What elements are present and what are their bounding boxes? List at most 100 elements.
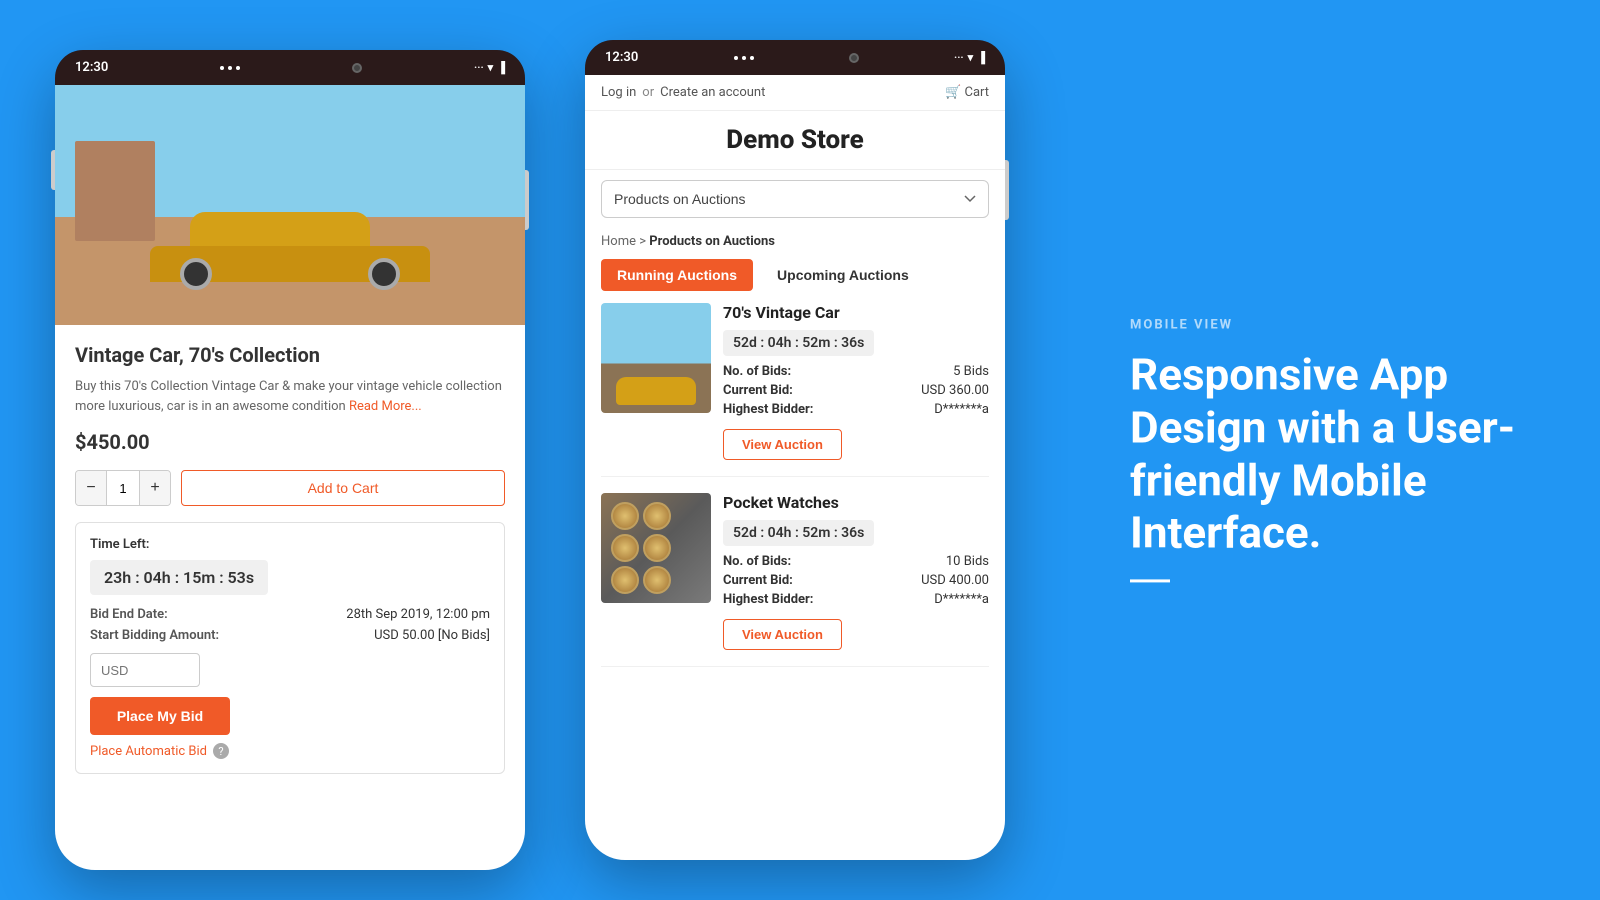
current-bid-label-0: Current Bid: <box>723 383 793 398</box>
or-text: or <box>642 85 654 100</box>
bids-value-0: 5 Bids <box>953 364 989 379</box>
auction-name-1: Pocket Watches <box>723 493 989 512</box>
product-title: Vintage Car, 70's Collection <box>75 343 505 367</box>
breadcrumb-separator: > <box>639 234 646 249</box>
auction-list: 70's Vintage Car 52d : 04h : 52m : 36s N… <box>585 303 1005 667</box>
highest-bidder-value-1: D*******a <box>934 592 989 607</box>
bids-value-1: 10 Bids <box>946 554 989 569</box>
thumb-car-shape <box>616 377 696 405</box>
breadcrumb: Home > Products on Auctions <box>585 228 1005 259</box>
status-time-left: 12:30 <box>75 60 108 75</box>
highest-bidder-label-0: Highest Bidder: <box>723 402 813 417</box>
timer-display: 23h : 04h : 15m : 53s <box>90 560 268 595</box>
wifi-icon: ▾ <box>488 61 494 74</box>
dot1 <box>220 66 224 70</box>
breadcrumb-home[interactable]: Home <box>601 234 636 249</box>
product-price: $450.00 <box>75 430 505 454</box>
building-shape <box>75 141 155 241</box>
bid-section: Time Left: 23h : 04h : 15m : 53s Bid End… <box>75 522 505 774</box>
view-auction-button-0[interactable]: View Auction <box>723 429 842 460</box>
bids-row-0: No. of Bids: 5 Bids <box>723 364 989 379</box>
auction-item-1: Pocket Watches 52d : 04h : 52m : 36s No.… <box>601 493 989 667</box>
phone-right: 12:30 ··· ▾ ▐ Log in or Create an accoun… <box>585 40 1005 860</box>
car-thumb-bg <box>601 303 711 413</box>
dot2 <box>228 66 232 70</box>
read-more-link[interactable]: Read More... <box>349 399 422 414</box>
current-bid-label-1: Current Bid: <box>723 573 793 588</box>
dot3 <box>236 66 240 70</box>
bid-end-value: 28th Sep 2019, 12:00 pm <box>346 607 490 622</box>
wifi-right-icon: ▾ <box>968 51 974 64</box>
status-icons-left: ··· ▾ ▐ <box>474 61 505 74</box>
highest-bidder-row-1: Highest Bidder: D*******a <box>723 592 989 607</box>
store-title-bar: Demo Store <box>585 111 1005 170</box>
auction-info-0: 70's Vintage Car 52d : 04h : 52m : 36s N… <box>723 303 989 460</box>
add-to-cart-row: − + Add to Cart <box>75 470 505 506</box>
bid-end-label: Bid End Date: <box>90 607 168 622</box>
auction-info-1: Pocket Watches 52d : 04h : 52m : 36s No.… <box>723 493 989 650</box>
auction-thumb-car <box>601 303 711 413</box>
store-title: Demo Store <box>599 125 991 155</box>
view-auction-button-1[interactable]: View Auction <box>723 619 842 650</box>
headline-divider <box>1130 580 1170 583</box>
qty-minus-button[interactable]: − <box>76 471 106 505</box>
mobile-view-label: MOBILE VIEW <box>1130 317 1540 332</box>
auction-thumb-watches <box>601 493 711 603</box>
auction-timer-1: 52d : 04h : 52m : 36s <box>723 520 874 546</box>
status-bar-right: 12:30 ··· ▾ ▐ <box>585 40 1005 75</box>
auction-name-0: 70's Vintage Car <box>723 303 989 322</box>
start-bid-row: Start Bidding Amount: USD 50.00 [No Bids… <box>90 628 490 643</box>
tab-running-auctions[interactable]: Running Auctions <box>601 259 753 291</box>
time-left-label: Time Left: <box>90 537 490 552</box>
front-camera-left <box>352 63 362 73</box>
highest-bidder-label-1: Highest Bidder: <box>723 592 813 607</box>
start-bid-label: Start Bidding Amount: <box>90 628 219 643</box>
status-time-right: 12:30 <box>605 50 638 65</box>
current-bid-row-1: Current Bid: USD 400.00 <box>723 573 989 588</box>
start-bid-value: USD 50.00 [No Bids] <box>374 628 490 643</box>
auto-bid-link[interactable]: Place Automatic Bid <box>90 744 207 759</box>
bids-label-0: No. of Bids: <box>723 364 791 379</box>
auction-timer-0: 52d : 04h : 52m : 36s <box>723 330 874 356</box>
highest-bidder-value-0: D*******a <box>934 402 989 417</box>
dropdown-row: Products on Auctions <box>585 170 1005 228</box>
watches-cluster <box>601 493 711 603</box>
phone-left-content: Vintage Car, 70's Collection Buy this 70… <box>55 85 525 792</box>
place-bid-button[interactable]: Place My Bid <box>90 697 230 735</box>
current-bid-value-1: USD 400.00 <box>921 573 989 588</box>
car-wheel-right <box>368 258 400 290</box>
cart-label: Cart <box>964 85 989 100</box>
cart-link[interactable]: 🛒 Cart <box>945 85 989 100</box>
store-nav: Log in or Create an account 🛒 Cart <box>585 75 1005 111</box>
quantity-control[interactable]: − + <box>75 470 171 506</box>
tabs-row: Running Auctions Upcoming Auctions <box>585 259 1005 291</box>
battery-icon: ▐ <box>497 61 505 74</box>
product-info: Vintage Car, 70's Collection Buy this 70… <box>55 325 525 792</box>
cart-icon: 🛒 <box>945 85 961 100</box>
status-bar-left: 12:30 ··· ▾ ▐ <box>55 50 525 85</box>
battery-right-icon: ▐ <box>977 51 985 64</box>
car-wheel-left <box>180 258 212 290</box>
phone-side-btn-right <box>525 170 529 230</box>
right-panel: MOBILE VIEW Responsive App Design with a… <box>1070 277 1600 622</box>
auction-category-select[interactable]: Products on Auctions <box>601 180 989 218</box>
signal-icon: ··· <box>474 61 484 74</box>
bid-input-row <box>90 653 490 687</box>
signal-right-icon: ··· <box>954 51 964 64</box>
auction-item-0: 70's Vintage Car 52d : 04h : 52m : 36s N… <box>601 303 989 477</box>
auto-bid-info-icon: ? <box>213 743 229 759</box>
front-camera-right <box>849 53 859 63</box>
current-bid-value-0: USD 360.00 <box>921 383 989 398</box>
current-bid-row-0: Current Bid: USD 360.00 <box>723 383 989 398</box>
tab-upcoming-auctions[interactable]: Upcoming Auctions <box>761 259 925 291</box>
qty-plus-button[interactable]: + <box>140 471 170 505</box>
car-top <box>190 212 370 247</box>
bid-amount-input[interactable] <box>90 653 200 687</box>
login-link[interactable]: Log in <box>601 85 636 100</box>
status-icons-right: ··· ▾ ▐ <box>954 51 985 64</box>
bid-end-row: Bid End Date: 28th Sep 2019, 12:00 pm <box>90 607 490 622</box>
create-account-link[interactable]: Create an account <box>660 85 765 100</box>
add-to-cart-button[interactable]: Add to Cart <box>181 470 505 506</box>
status-dots <box>220 66 240 70</box>
quantity-input[interactable] <box>106 471 140 505</box>
